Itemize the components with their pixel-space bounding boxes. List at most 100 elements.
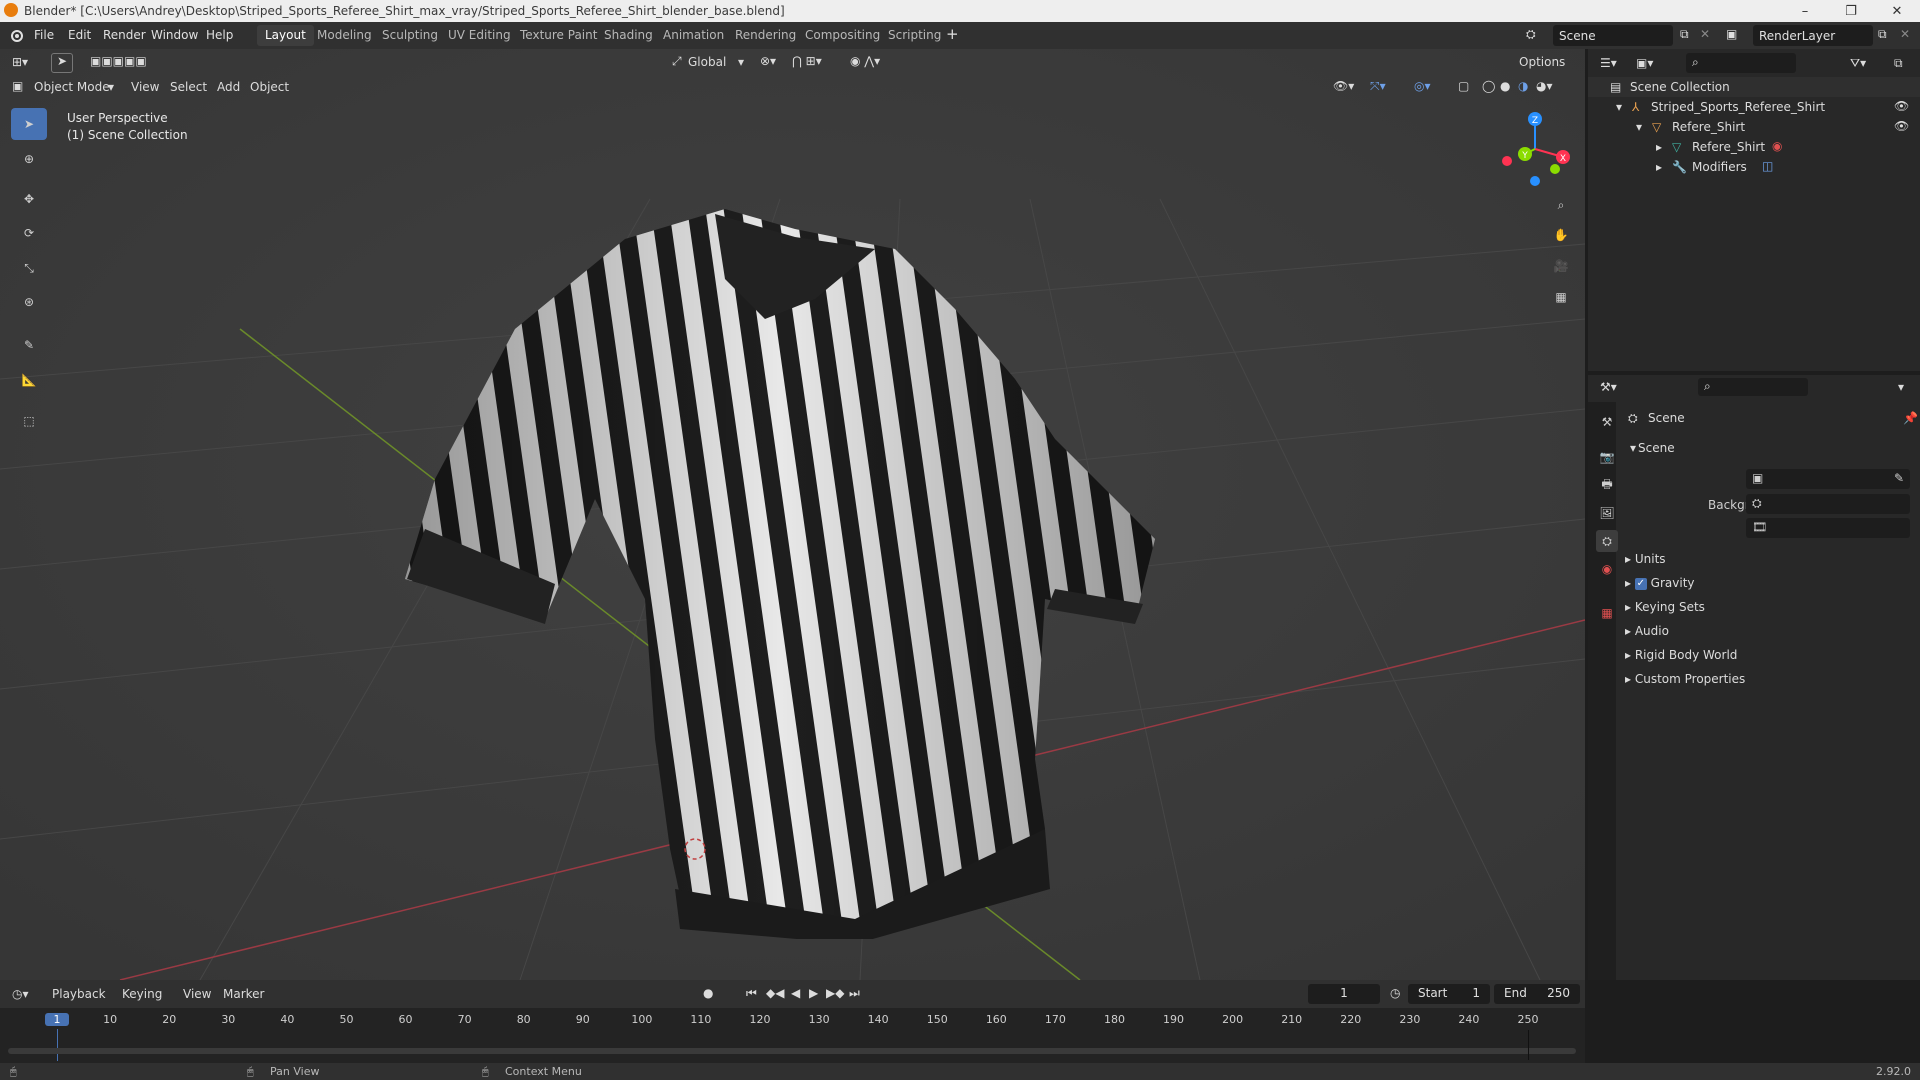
wireframe-shading-icon[interactable]: ◯ (1482, 79, 1495, 93)
new-scene-icon[interactable]: ⧉ (1680, 27, 1689, 42)
transform-tool[interactable]: ⊛ (11, 286, 47, 318)
prev-keyframe-icon[interactable]: ◆◀ (766, 986, 784, 1000)
texture-tab-icon[interactable]: ▦ (1596, 602, 1618, 624)
options-dropdown[interactable]: Options (1519, 55, 1565, 69)
outliner-item-shirt-object[interactable]: Refere_Shirt (1672, 120, 1745, 134)
viewport-menu-add[interactable]: Add (217, 80, 240, 94)
blender-menu-icon[interactable] (8, 28, 24, 45)
add-cube-tool[interactable]: ⬚ (11, 405, 47, 437)
collapse-chevron-icon[interactable]: ▸ (1656, 160, 1662, 174)
section-custom-properties[interactable]: ▸ Custom Properties (1625, 672, 1745, 686)
visibility-icon[interactable]: 👁▾ (1333, 79, 1354, 93)
menu-window[interactable]: Window (151, 28, 198, 42)
tab-rendering[interactable]: Rendering (727, 25, 804, 46)
preview-range-icon[interactable]: ◷ (1390, 986, 1400, 1000)
pan-hand-icon[interactable]: ✋ (1547, 221, 1575, 249)
section-gravity[interactable]: ▸ ✓ Gravity (1625, 576, 1695, 590)
output-tab-icon[interactable]: 🖶 (1596, 474, 1618, 496)
next-keyframe-icon[interactable]: ▶◆ (826, 986, 844, 1000)
pivot-icon[interactable]: ⊗▾ (760, 54, 776, 68)
scene-field[interactable]: Scene (1553, 25, 1673, 46)
move-tool[interactable]: ✥ (11, 183, 47, 215)
camera-view-icon[interactable]: 🎥 (1547, 252, 1575, 280)
select-box-tool[interactable]: ➤ (11, 108, 47, 140)
world-tab-icon[interactable]: ◉ (1596, 558, 1618, 580)
tab-layout[interactable]: Layout (257, 25, 314, 46)
visibility-eye-icon[interactable]: 👁 (1894, 99, 1909, 113)
tab-modeling[interactable]: Modeling (309, 25, 380, 46)
mode-dropdown[interactable]: Object Mode (34, 80, 110, 94)
collapse-chevron-icon[interactable]: ▸ (1656, 140, 1662, 154)
menu-render[interactable]: Render (103, 28, 146, 42)
background-scene-field[interactable]: ⛭ (1746, 494, 1910, 514)
section-keying-sets[interactable]: ▸ Keying Sets (1625, 600, 1705, 614)
start-frame-field[interactable]: Start 1 (1408, 984, 1490, 1004)
measure-tool[interactable]: 📐 (11, 364, 47, 396)
visibility-eye-icon[interactable]: 👁 (1894, 119, 1909, 133)
section-units[interactable]: ▸ Units (1625, 552, 1666, 566)
zoom-icon[interactable]: ⌕ (1547, 191, 1575, 219)
ortho-toggle-icon[interactable]: ▦ (1547, 283, 1575, 311)
timeline-menu-marker[interactable]: Marker (223, 987, 264, 1001)
menu-file[interactable]: File (34, 28, 54, 42)
rotate-tool[interactable]: ⟳ (11, 217, 47, 249)
solid-shading-icon[interactable]: ● (1500, 79, 1510, 93)
outliner-scene-collection[interactable]: Scene Collection (1630, 80, 1730, 94)
jump-start-icon[interactable]: ⏮ (746, 986, 757, 1001)
pin-icon[interactable]: 📌 (1903, 411, 1918, 425)
current-frame-field[interactable]: 1 (1308, 984, 1380, 1004)
scene-tab-icon[interactable]: ⛭ (1596, 530, 1618, 552)
new-collection-icon[interactable]: ⧉ (1894, 56, 1903, 71)
chevron-down-icon[interactable]: ▾ (1898, 380, 1904, 394)
outliner-item-root-object[interactable]: Striped_Sports_Referee_Shirt (1651, 100, 1825, 114)
properties-search-input[interactable]: ⌕ (1698, 378, 1808, 396)
properties-editor-icon[interactable]: ⚒▾ (1600, 380, 1617, 394)
timeline-menu-keying[interactable]: Keying (122, 987, 162, 1001)
expand-chevron-icon[interactable]: ▾ (1616, 100, 1622, 114)
menu-edit[interactable]: Edit (68, 28, 91, 42)
view-layer-tab-icon[interactable]: 🖼 (1596, 502, 1618, 524)
play-reverse-icon[interactable]: ◀ (791, 986, 800, 1000)
outliner-item-modifiers[interactable]: Modifiers (1692, 160, 1747, 174)
scene-selector-icon[interactable]: ⛭ (1526, 27, 1536, 42)
close-button[interactable]: ✕ (1874, 0, 1920, 22)
renderlayer-selector-icon[interactable]: ▣ (1726, 27, 1737, 41)
scale-tool[interactable]: ⤡ (11, 252, 47, 284)
timeline-editor-icon[interactable]: ◷▾ (12, 987, 29, 1001)
proportional-edit-icon[interactable]: ◉ ⋀▾ (850, 54, 880, 68)
gravity-checkbox[interactable]: ✓ (1634, 577, 1647, 590)
tool-tab-icon[interactable]: ⚒ (1596, 411, 1618, 433)
navigation-gizmo[interactable]: Z X Y (1495, 109, 1575, 189)
outliner-search-input[interactable]: ⌕ (1686, 53, 1796, 73)
viewport-menu-object[interactable]: Object (250, 80, 289, 94)
rendered-shading-icon[interactable]: ◕▾ (1536, 79, 1553, 93)
xray-icon[interactable]: ▢ (1458, 79, 1469, 93)
scene-panel-header[interactable]: Scene (1638, 441, 1675, 455)
display-mode-icon[interactable]: ▣▾ (1636, 56, 1653, 70)
tab-animation[interactable]: Animation (655, 25, 732, 46)
annotate-tool[interactable]: ✎ (11, 329, 47, 361)
viewport-menu-view[interactable]: View (131, 80, 159, 94)
select-tool-icon[interactable]: ➤ (51, 53, 73, 73)
outliner-editor-icon[interactable]: ☰▾ (1600, 56, 1617, 70)
3d-viewport[interactable]: ⊞▾ ➤ ▣▣▣▣▣ ⤢ Global ▾ ⊗▾ ⋂ ⊞▾ ◉ ⋀▾ Optio… (0, 49, 1585, 980)
render-tab-icon[interactable]: 📷 (1596, 446, 1618, 468)
outliner-item-mesh-data[interactable]: Refere_Shirt (1692, 140, 1765, 154)
tab-uv-editing[interactable]: UV Editing (440, 25, 519, 46)
menu-help[interactable]: Help (206, 28, 233, 42)
gizmo-toggle-icon[interactable]: ⤧▾ (1370, 79, 1386, 94)
tab-texture-paint[interactable]: Texture Paint (512, 25, 605, 46)
overlays-toggle-icon[interactable]: ◎▾ (1414, 79, 1431, 93)
delete-renderlayer-icon[interactable]: ✕ (1900, 27, 1910, 41)
editor-type-icon[interactable]: ⊞▾ (12, 55, 28, 69)
maximize-button[interactable]: ❐ (1828, 0, 1874, 22)
active-clip-field[interactable]: 🎞 (1746, 518, 1910, 538)
delete-scene-icon[interactable]: ✕ (1700, 27, 1710, 41)
jump-end-icon[interactable]: ⏭ (849, 986, 860, 1001)
new-renderlayer-icon[interactable]: ⧉ (1878, 27, 1887, 42)
renderlayer-field[interactable]: RenderLayer (1753, 25, 1873, 46)
tab-scripting[interactable]: Scripting (880, 25, 949, 46)
end-frame-field[interactable]: End 250 (1494, 984, 1580, 1004)
viewport-menu-select[interactable]: Select (170, 80, 207, 94)
timeline-scrollbar[interactable] (8, 1048, 1576, 1054)
